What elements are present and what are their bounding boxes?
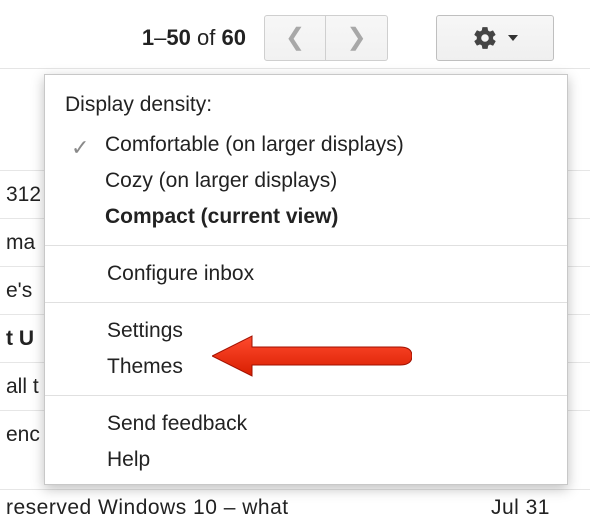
menu-item-label: Settings [107,319,183,342]
gear-icon [472,25,498,51]
menu-separator [45,395,567,396]
help-item[interactable]: Help [45,442,567,478]
menu-separator [45,302,567,303]
toolbar-separator [0,68,590,69]
mail-date: Jul 31 [491,496,550,520]
prev-page-button[interactable]: ❮ [264,15,326,61]
send-feedback-item[interactable]: Send feedback [45,406,567,442]
density-header: Display density: [45,75,567,127]
themes-item[interactable]: Themes [45,349,567,385]
menu-item-label: Comfortable (on larger displays) [105,133,404,156]
check-icon: ✓ [71,135,89,161]
toolbar: 1–50 of 60 ❮ ❯ [0,10,590,66]
settings-item[interactable]: Settings [45,313,567,349]
settings-dropdown: Display density: ✓ Comfortable (on large… [44,74,568,485]
menu-item-label: Compact (current view) [105,205,338,228]
menu-separator [45,245,567,246]
density-compact[interactable]: Compact (current view) [45,199,567,235]
menu-item-label: Help [107,448,150,471]
settings-gear-button[interactable] [436,15,554,61]
configure-inbox[interactable]: Configure inbox [45,256,567,292]
pagination-nav: ❮ ❯ [264,15,388,61]
pagination-count: 1–50 of 60 [142,25,246,51]
menu-item-label: Configure inbox [107,262,254,285]
density-comfortable[interactable]: ✓ Comfortable (on larger displays) [45,127,567,163]
list-item: reserved Windows 10 – what Jul 31 [0,489,590,520]
density-cozy[interactable]: Cozy (on larger displays) [45,163,567,199]
chevron-right-icon: ❯ [346,26,366,50]
next-page-button[interactable]: ❯ [326,15,388,61]
menu-item-label: Themes [107,355,183,378]
menu-item-label: Cozy (on larger displays) [105,169,337,192]
chevron-left-icon: ❮ [285,26,305,50]
mail-subject-fragment: reserved Windows 10 – what [6,496,289,520]
menu-item-label: Send feedback [107,412,247,435]
dropdown-caret-icon [508,35,518,41]
